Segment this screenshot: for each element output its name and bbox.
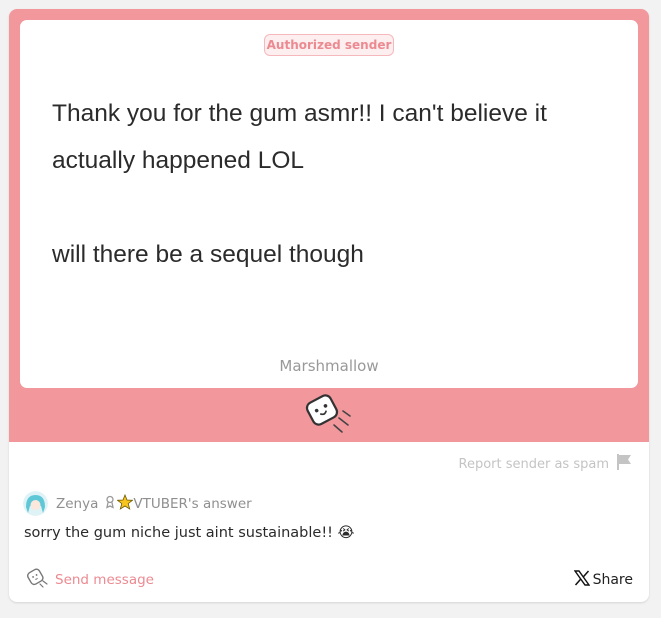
message-panel: Authorized sender Thank you for the gum … [9, 9, 649, 442]
share-label: Share [592, 572, 633, 588]
avatar[interactable] [23, 491, 48, 516]
message-text: Thank you for the gum asmr!! I can't bel… [52, 90, 612, 278]
message-line: Thank you for the gum asmr!! I can't bel… [52, 100, 547, 127]
brand-label: Marshmallow [279, 357, 379, 375]
message-line: will there be a sequel though [52, 241, 364, 268]
answer-author[interactable]: Zenya [56, 496, 98, 512]
authorized-sender-badge: Authorized sender [264, 34, 394, 56]
answer-text: sorry the gum niche just aint sustainabl… [24, 525, 355, 541]
answer-card: Authorized sender Thank you for the gum … [9, 9, 649, 602]
answer-header: Zenya VTUBER's answer [23, 491, 252, 516]
send-message-label: Send message [55, 572, 154, 588]
marshmallow-send-icon [27, 568, 49, 592]
send-message-button[interactable]: Send message [27, 568, 154, 592]
message-line [52, 184, 612, 231]
answer-author-suffix: VTUBER's answer [133, 495, 252, 512]
share-button[interactable]: Share [573, 570, 633, 590]
report-label: Report sender as spam [458, 456, 610, 472]
message-line: actually happened LOL [52, 147, 304, 174]
marshmallow-mascot-icon [305, 392, 355, 440]
x-logo-icon [573, 570, 590, 590]
message-box: Authorized sender Thank you for the gum … [20, 20, 638, 388]
flag-icon [615, 453, 633, 475]
ribbon-icon [105, 495, 115, 513]
star-icon [116, 493, 134, 514]
report-spam-button[interactable]: Report sender as spam [459, 453, 634, 475]
